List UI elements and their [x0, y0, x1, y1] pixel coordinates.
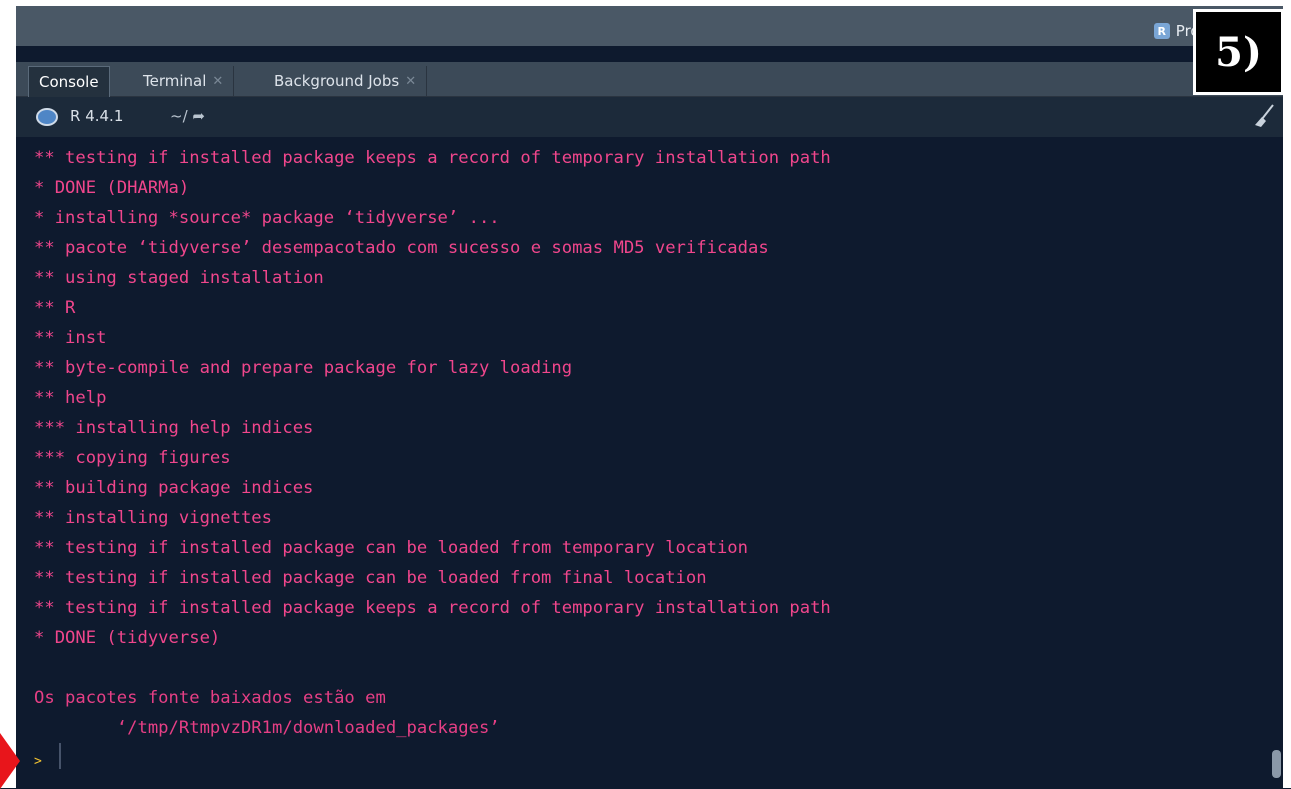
console-output[interactable]: ** testing if installed package keeps a …	[16, 137, 1283, 788]
frame-right	[1283, 0, 1291, 788]
tab-background-jobs[interactable]: Background Jobs ✕	[264, 66, 428, 96]
console-input-cursor[interactable]	[59, 743, 61, 769]
console-line: ** testing if installed package keeps a …	[34, 148, 831, 168]
console-line: ** testing if installed package can be l…	[34, 568, 707, 588]
console-scrollbar[interactable]	[1271, 137, 1283, 788]
r-project-icon: R	[1153, 23, 1170, 39]
frame-left	[0, 0, 16, 788]
working-directory[interactable]: ~/ ➦	[170, 107, 205, 125]
go-to-directory-icon[interactable]: ➦	[192, 107, 205, 125]
tab-terminal[interactable]: Terminal ✕	[133, 66, 235, 96]
console-line: ** help	[34, 388, 107, 408]
step-annotation-label: 5)	[1215, 28, 1262, 76]
console-line: ** pacote ‘tidyverse’ desempacotado com …	[34, 238, 769, 258]
clear-console-icon[interactable]	[1253, 103, 1275, 129]
console-prompt: >	[34, 754, 42, 769]
console-line: ** using staged installation	[34, 268, 324, 288]
tab-console-label: Console	[39, 73, 99, 91]
tab-console[interactable]: Console	[28, 66, 110, 97]
console-line: * installing *source* package ‘tidyverse…	[34, 208, 500, 228]
console-line: *** installing help indices	[34, 418, 314, 438]
console-line: ** testing if installed package can be l…	[34, 538, 748, 558]
console-line: ** installing vignettes	[34, 508, 272, 528]
r-language-icon	[36, 108, 58, 126]
console-line: ** byte-compile and prepare package for …	[34, 358, 573, 378]
step-annotation-badge: 5)	[1193, 9, 1284, 95]
r-version: R 4.4.1	[70, 107, 124, 125]
title-bar: R Proje	[16, 6, 1283, 46]
console-line: *** copying figures	[34, 448, 231, 468]
console-line: Os pacotes fonte baixados estão em	[34, 688, 386, 708]
console-line: ** building package indices	[34, 478, 314, 498]
pane-tabbar: Console Terminal ✕ Background Jobs ✕	[16, 62, 1283, 97]
scrollbar-thumb[interactable]	[1272, 750, 1281, 778]
pointer-arrow-icon	[0, 733, 20, 789]
close-icon[interactable]: ✕	[405, 74, 416, 89]
console-toolbar: R 4.4.1 ~/ ➦	[16, 97, 1283, 137]
tab-background-jobs-label: Background Jobs	[274, 72, 400, 90]
tab-terminal-label: Terminal	[143, 72, 207, 90]
console-line: ** testing if installed package keeps a …	[34, 598, 831, 618]
console-line: ‘/tmp/RtmpvzDR1m/downloaded_packages’	[34, 718, 500, 738]
working-directory-label: ~/	[170, 107, 188, 125]
console-line: ** R	[34, 298, 76, 318]
console-line: * DONE (tidyverse)	[34, 628, 221, 648]
close-icon[interactable]: ✕	[212, 74, 223, 89]
console-line: * DONE (DHARMa)	[34, 178, 190, 198]
console-line: ** inst	[34, 328, 107, 348]
